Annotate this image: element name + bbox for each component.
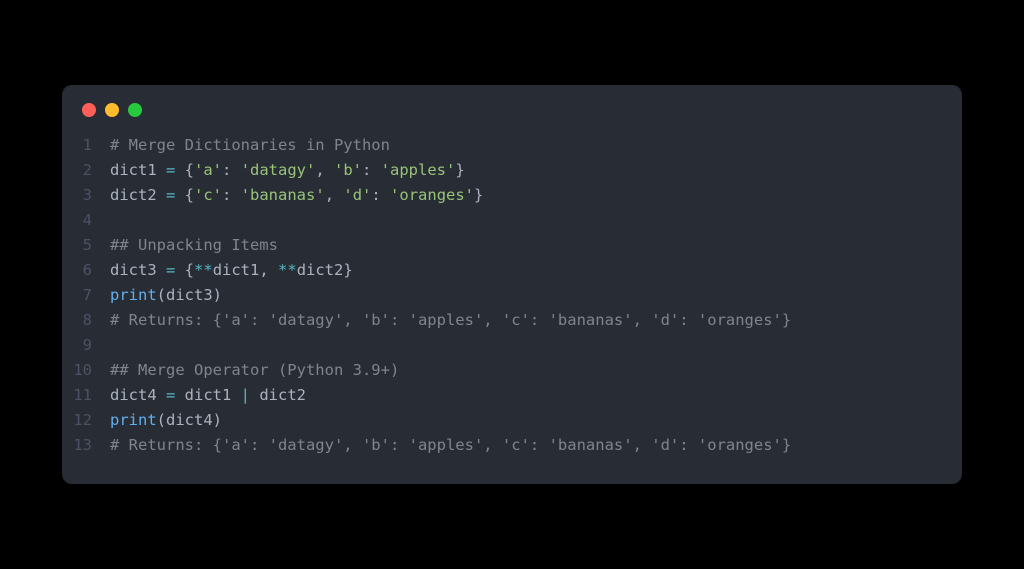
code-content: print(dict3): [110, 283, 962, 308]
line-number: 6: [62, 258, 110, 283]
line-number: 3: [62, 183, 110, 208]
line-number: 1: [62, 133, 110, 158]
line-number: 8: [62, 308, 110, 333]
code-line: 8# Returns: {'a': 'datagy', 'b': 'apples…: [62, 308, 962, 333]
code-line: 7print(dict3): [62, 283, 962, 308]
maximize-icon[interactable]: [128, 103, 142, 117]
code-line: 9: [62, 333, 962, 358]
titlebar: [62, 85, 962, 125]
code-content: # Returns: {'a': 'datagy', 'b': 'apples'…: [110, 308, 962, 333]
code-line: 13# Returns: {'a': 'datagy', 'b': 'apple…: [62, 433, 962, 458]
line-number: 11: [62, 383, 110, 408]
close-icon[interactable]: [82, 103, 96, 117]
code-content: [110, 333, 962, 358]
code-content: [110, 208, 962, 233]
code-content: dict1 = {'a': 'datagy', 'b': 'apples'}: [110, 158, 962, 183]
line-number: 5: [62, 233, 110, 258]
line-number: 10: [62, 358, 110, 383]
line-number: 7: [62, 283, 110, 308]
code-content: print(dict4): [110, 408, 962, 433]
code-area[interactable]: 1# Merge Dictionaries in Python2dict1 = …: [62, 125, 962, 484]
line-number: 12: [62, 408, 110, 433]
code-content: ## Unpacking Items: [110, 233, 962, 258]
code-line: 6dict3 = {**dict1, **dict2}: [62, 258, 962, 283]
line-number: 9: [62, 333, 110, 358]
code-content: dict2 = {'c': 'bananas', 'd': 'oranges'}: [110, 183, 962, 208]
code-content: ## Merge Operator (Python 3.9+): [110, 358, 962, 383]
code-line: 1# Merge Dictionaries in Python: [62, 133, 962, 158]
code-line: 3dict2 = {'c': 'bananas', 'd': 'oranges'…: [62, 183, 962, 208]
code-line: 11dict4 = dict1 | dict2: [62, 383, 962, 408]
code-line: 4: [62, 208, 962, 233]
code-content: dict3 = {**dict1, **dict2}: [110, 258, 962, 283]
code-content: # Merge Dictionaries in Python: [110, 133, 962, 158]
code-line: 2dict1 = {'a': 'datagy', 'b': 'apples'}: [62, 158, 962, 183]
code-editor-window: 1# Merge Dictionaries in Python2dict1 = …: [62, 85, 962, 484]
code-content: # Returns: {'a': 'datagy', 'b': 'apples'…: [110, 433, 962, 458]
code-content: dict4 = dict1 | dict2: [110, 383, 962, 408]
minimize-icon[interactable]: [105, 103, 119, 117]
line-number: 2: [62, 158, 110, 183]
line-number: 4: [62, 208, 110, 233]
code-line: 12print(dict4): [62, 408, 962, 433]
code-line: 10## Merge Operator (Python 3.9+): [62, 358, 962, 383]
code-line: 5## Unpacking Items: [62, 233, 962, 258]
line-number: 13: [62, 433, 110, 458]
